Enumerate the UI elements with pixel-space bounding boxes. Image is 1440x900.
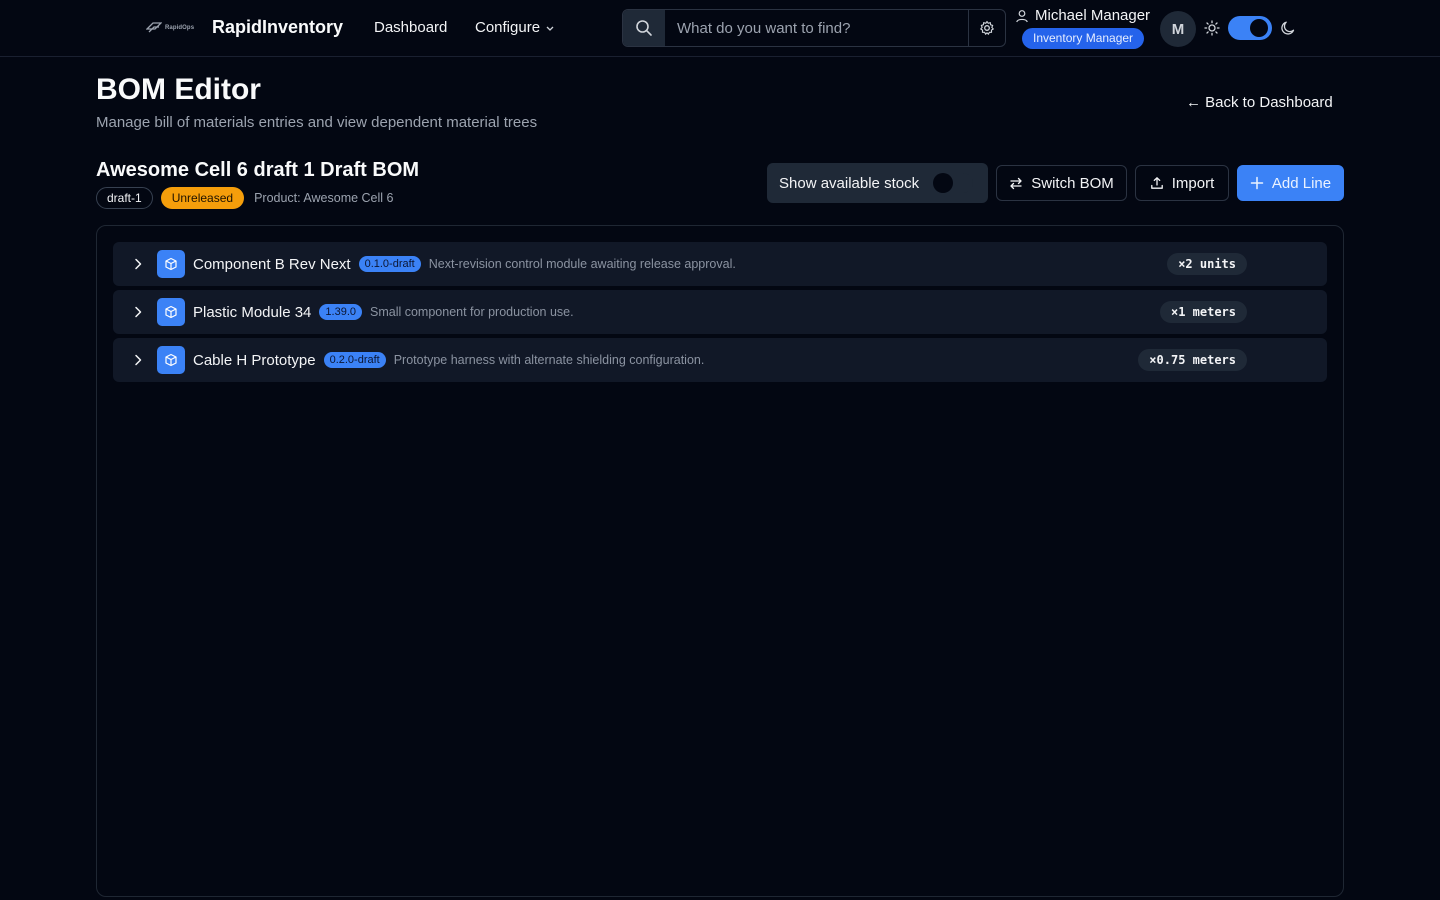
package-icon (165, 305, 177, 319)
moon-icon (1281, 21, 1295, 35)
item-icon (157, 298, 185, 326)
line-main: Component B Rev Next 0.1.0-draft Next-re… (193, 242, 736, 286)
theme-toggle[interactable] (1228, 16, 1272, 40)
show-stock-toggle[interactable]: Show available stock (767, 163, 988, 203)
brand-logo[interactable]: RapidOps (146, 19, 194, 37)
quantity-pill: ×1 meters (1159, 301, 1247, 323)
global-search (622, 9, 1006, 47)
nav-configure-dropdown[interactable]: Configure (475, 19, 555, 36)
bom-meta: draft-1 Unreleased Product: Awesome Cell… (96, 187, 394, 209)
quantity-pill: ×2 units (1167, 253, 1247, 275)
user-icon (1016, 9, 1028, 22)
user-name-row: Michael Manager (1015, 7, 1150, 24)
search-settings-button[interactable] (968, 10, 1005, 46)
item-name: Component B Rev Next (193, 255, 351, 273)
back-link-label: ← Back to Dashboard (1186, 94, 1333, 111)
user-name: Michael Manager (1035, 7, 1151, 24)
import-label: Import (1171, 174, 1215, 192)
top-navigation-bar: RapidOps RapidInventory Dashboard Config… (0, 0, 1440, 57)
search-button[interactable] (623, 10, 665, 46)
theme-toggle-knob (1250, 19, 1268, 37)
add-line-label: Add Line (1271, 174, 1332, 192)
nav-configure-label: Configure (475, 19, 541, 36)
bom-line-row[interactable]: Component B Rev Next 0.1.0-draft Next-re… (113, 242, 1327, 286)
chevron-right-icon[interactable] (131, 353, 145, 367)
product-label: Product: Awesome Cell 6 (254, 191, 394, 205)
quantity-pill: ×0.75 meters (1138, 349, 1247, 371)
stock-switch-knob (933, 173, 953, 193)
item-name: Plastic Module 34 (193, 303, 312, 321)
bom-line-row[interactable]: Plastic Module 34 1.39.0 Small component… (113, 290, 1327, 334)
add-line-button[interactable]: Add Line (1237, 165, 1344, 201)
search-icon (636, 20, 652, 36)
version-badge: 1.39.0 (319, 304, 362, 320)
user-menu[interactable]: Michael Manager Inventory Manager (1015, 7, 1155, 51)
item-description: Next-revision control module awaiting re… (428, 257, 736, 271)
logo-text: RapidOps (165, 25, 195, 31)
import-button[interactable]: Import (1135, 165, 1229, 201)
plus-icon (1250, 176, 1264, 190)
show-stock-label: Show available stock (779, 174, 920, 192)
version-badge: 0.2.0-draft (323, 352, 386, 368)
item-description: Small component for production use. (370, 305, 574, 319)
line-main: Plastic Module 34 1.39.0 Small component… (193, 290, 574, 334)
stock-switch[interactable] (933, 173, 973, 193)
chevron-right-icon[interactable] (131, 257, 145, 271)
page-title: BOM Editor (96, 73, 261, 106)
rapidops-logo-icon (146, 22, 162, 33)
chevron-down-icon (546, 26, 554, 31)
bom-title: Awesome Cell 6 draft 1 Draft BOM (96, 159, 420, 181)
search-input[interactable] (665, 10, 968, 46)
item-icon (157, 250, 185, 278)
package-icon (165, 353, 177, 367)
back-to-dashboard-link[interactable]: ← Back to Dashboard (1186, 94, 1333, 111)
chevron-right-icon[interactable] (131, 305, 145, 319)
upload-icon (1150, 177, 1163, 189)
revision-tag: draft-1 (96, 187, 153, 209)
switch-bom-button[interactable]: Switch BOM (996, 165, 1127, 201)
sun-icon (1204, 20, 1220, 36)
line-main: Cable H Prototype 0.2.0-draft Prototype … (193, 338, 704, 382)
bom-lines-panel: Component B Rev Next 0.1.0-draft Next-re… (96, 225, 1344, 897)
nav-dashboard-label: Dashboard (374, 19, 448, 36)
brand-name[interactable]: RapidInventory (212, 17, 343, 38)
bom-line-row[interactable]: Cable H Prototype 0.2.0-draft Prototype … (113, 338, 1327, 382)
package-icon (165, 257, 177, 271)
nav-dashboard[interactable]: Dashboard (374, 19, 447, 36)
role-badge: Inventory Manager (1022, 28, 1145, 49)
item-icon (157, 346, 185, 374)
item-description: Prototype harness with alternate shieldi… (393, 353, 705, 367)
gear-icon (980, 20, 994, 35)
switch-bom-label: Switch BOM (1031, 174, 1114, 192)
item-name: Cable H Prototype (193, 351, 316, 369)
version-badge: 0.1.0-draft (358, 256, 421, 272)
page-subtitle: Manage bill of materials entries and vie… (96, 114, 538, 131)
status-badge: Unreleased (160, 187, 245, 209)
swap-arrows-icon (1010, 177, 1022, 190)
avatar[interactable]: M (1160, 11, 1196, 47)
